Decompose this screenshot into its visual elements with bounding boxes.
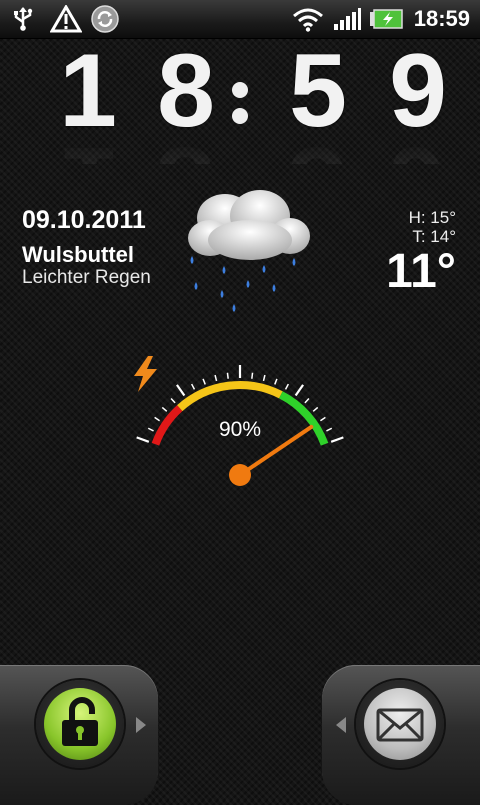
envelope-icon xyxy=(364,688,436,760)
weather-condition: Leichter Regen xyxy=(22,267,151,288)
gauge-tick xyxy=(154,416,161,422)
clock-hour-tens: 1 xyxy=(59,33,117,149)
gauge-tick xyxy=(147,427,154,432)
gauge-tick xyxy=(319,416,326,422)
gauge-tick xyxy=(176,384,186,397)
gauge-tick xyxy=(284,383,290,390)
unlock-dock[interactable] xyxy=(0,665,158,805)
gauge-tick xyxy=(214,374,218,382)
weather-high: H: 15° xyxy=(408,208,456,227)
gauge-tick xyxy=(294,384,304,397)
gauge-hub xyxy=(229,464,251,486)
usb-icon xyxy=(6,0,40,38)
message-dock[interactable] xyxy=(322,665,480,805)
clock-reflection: 9 xyxy=(382,138,452,164)
clock-hour-ones: 8 xyxy=(157,33,215,149)
message-button[interactable] xyxy=(356,680,444,768)
weather-date: 09.10.2011 xyxy=(22,206,146,234)
weather-current-temp: 11° xyxy=(386,245,456,298)
chevron-right-icon xyxy=(134,715,148,739)
clock-reflection: 1 xyxy=(52,138,122,164)
gauge-tick xyxy=(330,436,344,443)
gauge-green-zone xyxy=(278,391,329,446)
gauge-tick xyxy=(226,372,229,379)
rain-cloud-icon xyxy=(180,178,315,318)
gauge-tick xyxy=(161,406,168,412)
gauge-tick xyxy=(251,372,254,379)
chevron-left-icon xyxy=(334,715,348,739)
unlock-icon xyxy=(44,688,116,760)
unlock-button[interactable] xyxy=(36,680,124,768)
gauge-tick xyxy=(170,397,176,404)
gauge-tick xyxy=(262,374,266,382)
clock-reflection: 5 xyxy=(282,138,352,164)
gauge-tick xyxy=(312,406,319,412)
clock-separator xyxy=(229,82,251,134)
gauge-tick xyxy=(274,378,278,385)
gauge-tick xyxy=(304,397,310,404)
gauge-red-zone xyxy=(151,405,183,446)
clock-minute-ones: 9 xyxy=(389,33,447,149)
gauge-tick xyxy=(190,383,196,390)
gauge-tick xyxy=(136,436,150,443)
battery-percent-label: 90% xyxy=(218,418,262,441)
clock-minute-tens: 5 xyxy=(289,33,347,149)
gauge-tick xyxy=(326,427,333,432)
gauge-yellow-zone xyxy=(177,381,283,412)
weather-city: Wulsbuttel xyxy=(22,242,135,267)
clock-reflection: 8 xyxy=(150,138,220,164)
gauge-tick xyxy=(202,378,206,385)
